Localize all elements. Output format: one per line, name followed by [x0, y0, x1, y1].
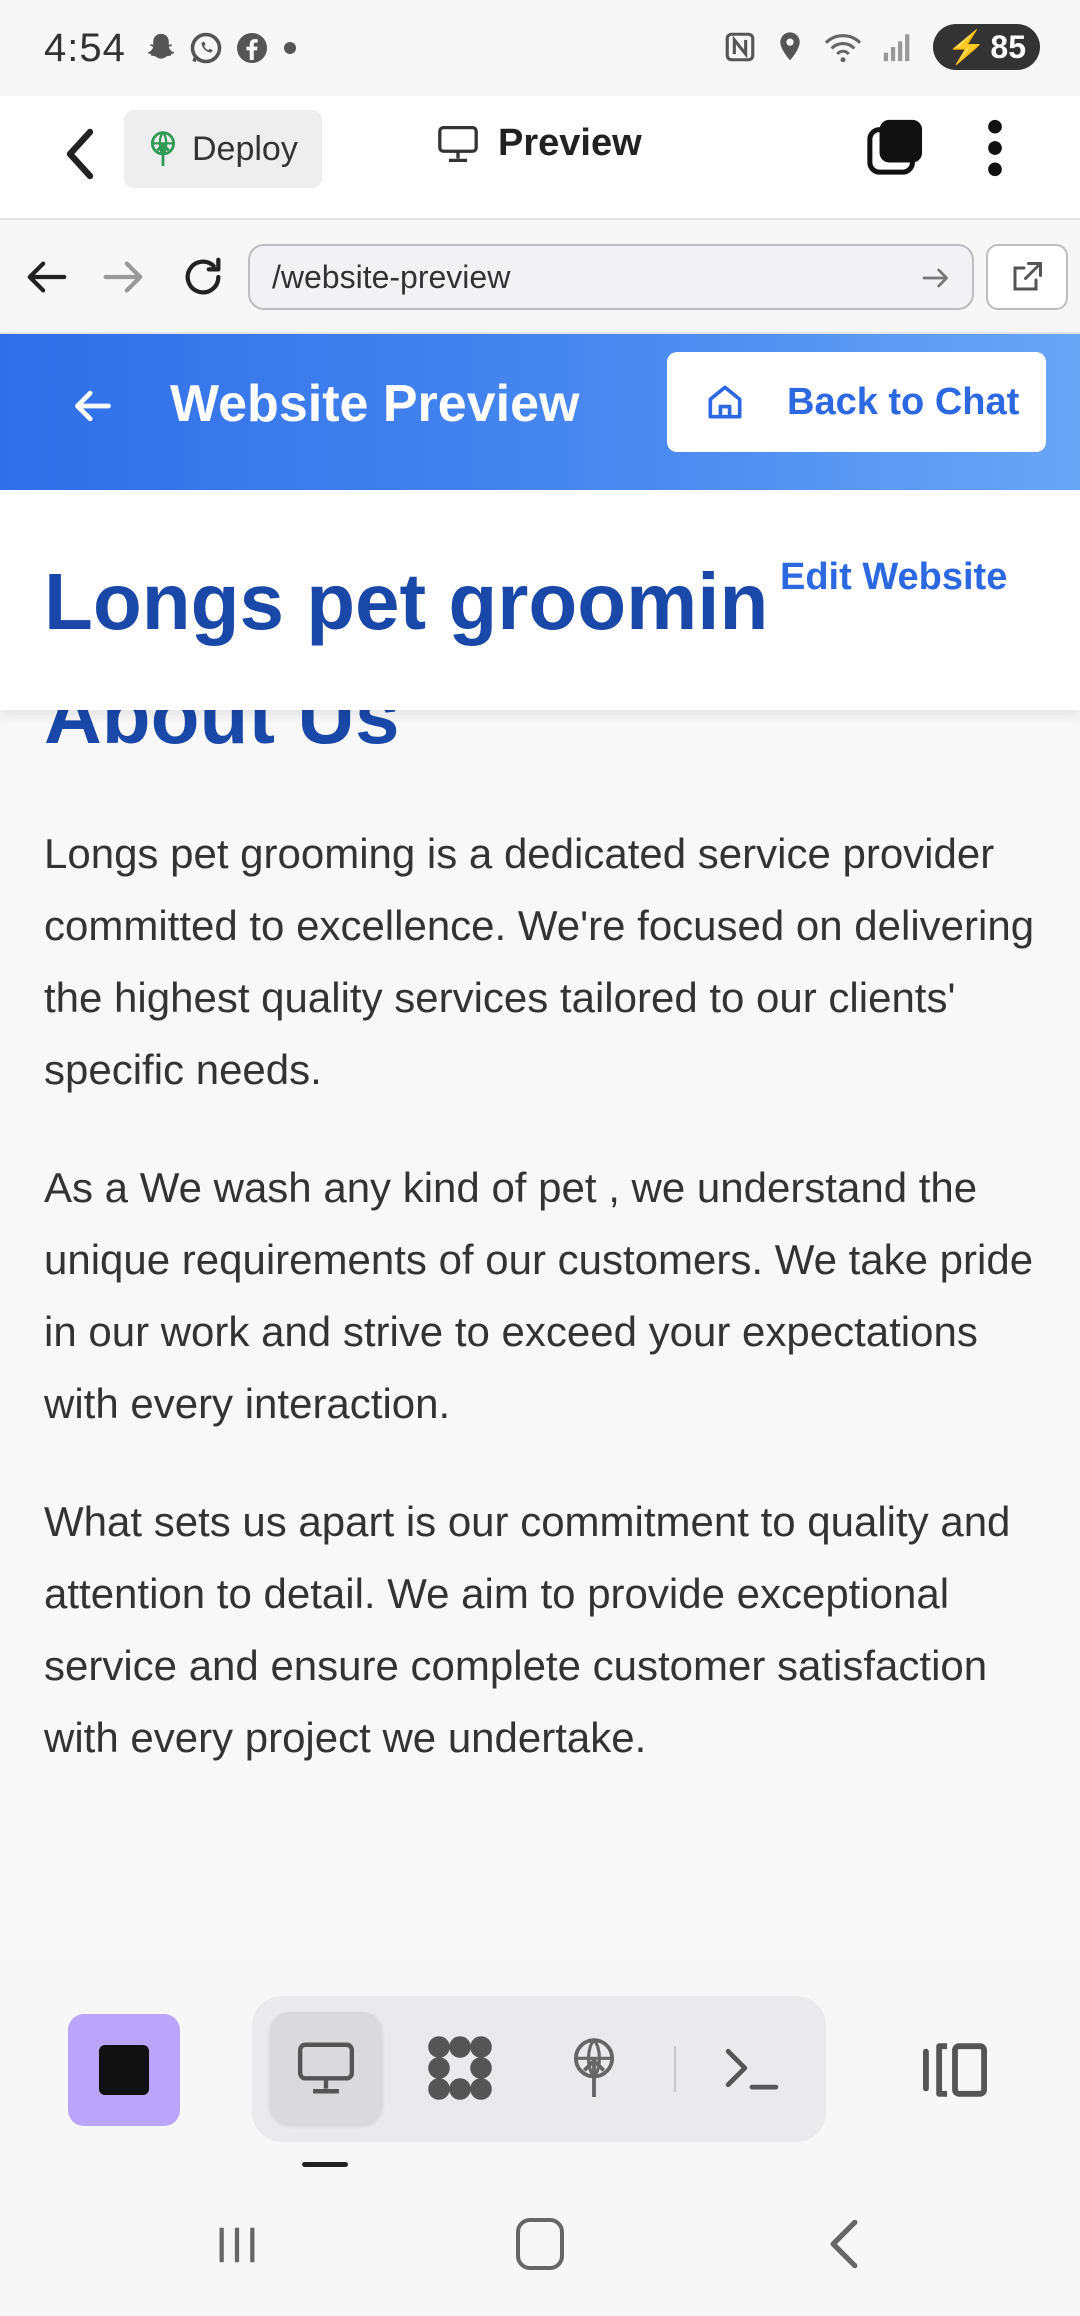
monitor-icon: [438, 125, 478, 162]
preview-label: Preview: [498, 122, 642, 164]
snapchat-icon: [147, 33, 175, 59]
battery-level: 85: [990, 28, 1026, 65]
desktop-preview-icon: [297, 2042, 355, 2094]
deploy-button[interactable]: Deploy: [124, 110, 322, 188]
system-icons: ⚡ 85: [723, 24, 1040, 70]
location-icon: [779, 32, 800, 61]
stop-icon: [99, 2045, 149, 2095]
about-paragraph: Longs pet grooming is a dedicated servic…: [44, 830, 1035, 1093]
terminal-icon: [725, 2048, 779, 2090]
browser-bar: /website-preview: [0, 220, 1080, 334]
status-time: 4:54: [44, 26, 126, 70]
apps-grid-tab[interactable]: [404, 2012, 516, 2124]
switcher-divider: [674, 2046, 676, 2092]
url-input[interactable]: /website-preview: [248, 244, 974, 310]
home-nav-icon[interactable]: [516, 2218, 564, 2270]
active-tab-indicator: [302, 2162, 348, 2167]
terminal-tab[interactable]: [696, 2012, 808, 2124]
signal-icon: [883, 34, 909, 62]
battery-icon: ⚡ 85: [932, 24, 1040, 70]
android-nav-bar: [0, 2170, 1080, 2316]
url-text: /website-preview: [272, 258, 511, 295]
header-back-arrow-icon[interactable]: [70, 384, 114, 428]
back-chevron-icon[interactable]: [56, 122, 104, 186]
facebook-icon: [237, 33, 267, 63]
deploy-label: Deploy: [192, 129, 298, 168]
about-paragraph: As a We wash any kind of pet , we unders…: [44, 1164, 1034, 1427]
dot-icon: [284, 42, 296, 54]
deploy-icon: [573, 2038, 615, 2097]
recent-apps-icon[interactable]: [214, 2222, 260, 2268]
apps-grid-icon: [428, 2036, 492, 2100]
site-content: About Us Longs pet grooming is a dedicat…: [0, 671, 1080, 1960]
whatsapp-icon: [190, 32, 222, 64]
preview-header: Website Preview Back to Chat: [0, 334, 1080, 490]
site-header: Longs pet grooming Edit Website: [0, 490, 1080, 710]
deploy-icon: [150, 131, 176, 166]
home-icon: [708, 385, 742, 419]
edit-website-link[interactable]: Edit Website: [780, 556, 1007, 599]
forward-arrow-icon[interactable]: [100, 254, 146, 300]
back-arrow-icon[interactable]: [24, 254, 70, 300]
tabs-icon[interactable]: [866, 118, 924, 176]
status-bar: 4:54 ⚡ 85: [0, 0, 1080, 96]
back-to-chat-label: Back to Chat: [787, 380, 1020, 423]
more-vertical-icon[interactable]: [980, 116, 1010, 180]
desktop-preview-tab[interactable]: [270, 2012, 382, 2124]
external-link-icon: [1013, 262, 1042, 291]
go-arrow-icon[interactable]: [920, 262, 952, 294]
about-paragraph: What sets us apart is our commitment to …: [44, 1498, 1011, 1761]
charging-icon: ⚡: [946, 29, 987, 65]
reload-icon[interactable]: [180, 254, 226, 300]
bottom-toolbar: [0, 1960, 1080, 2170]
split-view-icon[interactable]: [918, 2038, 992, 2102]
nav-back-icon[interactable]: [826, 2218, 862, 2270]
preview-tab[interactable]: Preview: [436, 122, 642, 165]
stop-button[interactable]: [68, 2014, 180, 2126]
deploy-tab[interactable]: [538, 2012, 650, 2124]
back-to-chat-button[interactable]: Back to Chat: [667, 352, 1046, 452]
site-title: Longs pet grooming: [44, 557, 764, 646]
view-switcher: [252, 1996, 826, 2142]
app-toolbar: Deploy Preview: [0, 96, 1080, 220]
open-external-button[interactable]: [986, 244, 1068, 310]
notification-icons: [144, 30, 300, 66]
preview-header-title: Website Preview: [170, 375, 580, 433]
nfc-icon: [725, 32, 754, 62]
wifi-icon: [824, 34, 861, 63]
